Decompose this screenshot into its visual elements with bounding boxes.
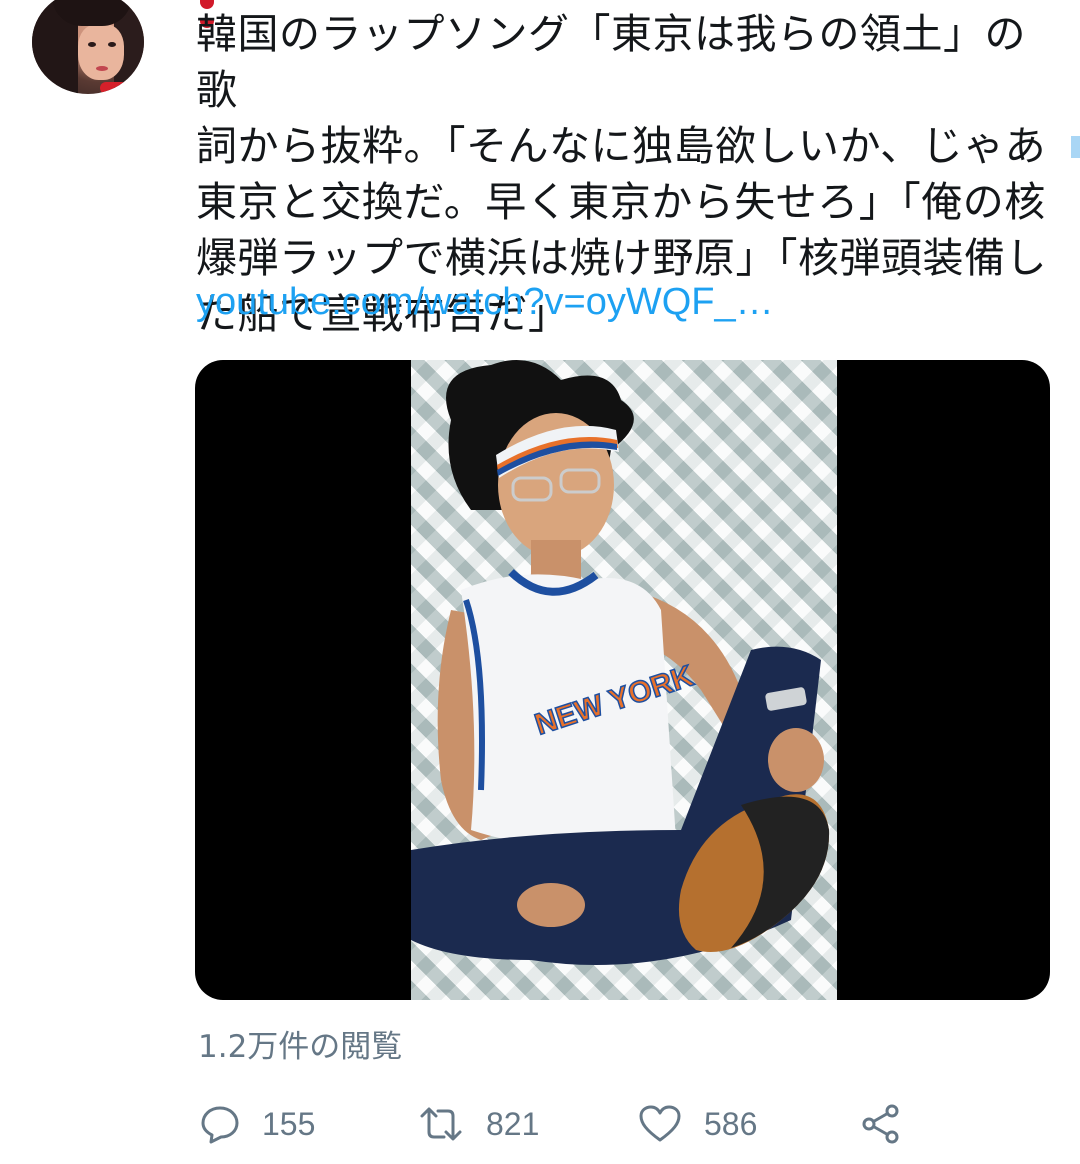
avatar[interactable]	[32, 0, 144, 94]
tweet-text-line: 東京と交換だ。早く東京から失せろ」「俺の核	[196, 178, 1046, 226]
share-button[interactable]	[860, 1096, 902, 1152]
profile-badge-icon	[200, 0, 234, 28]
like-count: 586	[704, 1105, 758, 1142]
youtube-link[interactable]: youtube.com/watch?v=oyWQF_…	[196, 276, 774, 328]
video-thumbnail[interactable]: NEW YORK	[195, 360, 1050, 1000]
retweet-count: 821	[486, 1105, 540, 1142]
tweet-actions: 155 821 586	[196, 1096, 916, 1152]
tweet-text-line: 韓国のラップソング「東京は我らの領土」の歌	[196, 10, 1026, 114]
scrollbar[interactable]	[1071, 136, 1080, 158]
like-button[interactable]: 586	[638, 1096, 757, 1152]
share-icon	[862, 1104, 899, 1144]
video-still-image: NEW YORK	[411, 360, 830, 965]
tweet-text-line: 詞から抜粋。「そんなに独島欲しいか、じゃあ	[196, 122, 1047, 170]
video-frame: NEW YORK	[411, 360, 837, 1000]
tweet-detail: 韓国のラップソング「東京は我らの領土」の歌 詞から抜粋。「そんなに独島欲しいか、…	[0, 0, 1080, 1164]
reply-button[interactable]: 155	[200, 1096, 315, 1152]
view-count: 1.2万件の閲覧	[198, 1029, 403, 1065]
heart-icon	[639, 1105, 681, 1142]
reply-icon	[201, 1106, 239, 1144]
tweet-text-line: 爆弾ラップで横浜は焼け野原」「核弾頭装備し	[196, 234, 1047, 282]
retweet-icon	[420, 1107, 462, 1141]
retweet-button[interactable]: 821	[418, 1096, 539, 1152]
reply-count: 155	[262, 1105, 316, 1142]
